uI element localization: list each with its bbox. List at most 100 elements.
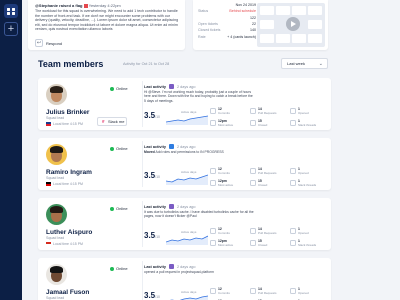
online-dot-icon <box>110 266 114 271</box>
period-select-value: Last week <box>287 61 306 66</box>
metric-icon <box>250 108 256 114</box>
activity-time: 2 days ago <box>176 264 196 269</box>
online-status: Online <box>110 206 128 211</box>
chevron-down-icon: ⌄ <box>318 61 323 67</box>
activity-sparkline <box>166 174 208 185</box>
activity-time: 2 days ago <box>176 84 196 89</box>
flag-author[interactable]: @Stephanie <box>35 3 58 8</box>
country-flag-icon <box>46 122 51 126</box>
last-activity-label: Last activity 2 days ago <box>144 204 196 209</box>
member-card[interactable]: Online Jamaal Fuson Squad lead Local tim… <box>38 258 331 300</box>
metric-label: Most active <box>218 123 234 127</box>
add-button[interactable]: + <box>4 22 18 36</box>
metric-item: 14 Pull Requests <box>250 287 288 295</box>
period-select[interactable]: Last week ⌄ <box>281 58 328 69</box>
activity-sparkline <box>169 295 208 300</box>
activity-text: opened a pull request in projectsquad-pl… <box>144 270 214 274</box>
metric-label: Slack threads <box>298 183 317 187</box>
metric-item: 1Slack threads <box>290 119 328 127</box>
respond-button[interactable]: ↩ Respond <box>35 39 62 47</box>
activity-text: It was due to turbolinks cache. I have d… <box>144 210 254 219</box>
activity-source-icon <box>168 144 174 149</box>
status-badge: Behind schedule <box>229 9 256 14</box>
metric-label: Most active <box>218 183 234 187</box>
metric-item: 15Closed <box>250 179 288 187</box>
metric-label: Most active <box>218 243 234 247</box>
metric-item: 12 Commits <box>210 287 248 295</box>
activity-source-icon <box>168 264 174 269</box>
activity-text: Hi @Steve. I'm not working much today, p… <box>144 90 253 103</box>
play-icon[interactable] <box>286 17 300 31</box>
metric-label: Pull Requests <box>258 291 277 295</box>
video-thumbnail[interactable] <box>257 3 325 47</box>
member-role: Squad lead <box>46 116 65 120</box>
member-local-time: Local time 4:15 PM <box>46 122 83 126</box>
avatar[interactable] <box>46 84 67 105</box>
slack-me-button[interactable]: Slack me <box>97 117 127 126</box>
metric-item: 12pmMost active <box>210 179 248 187</box>
member-card[interactable]: Online Julius Brinker Squad lead Local t… <box>38 78 331 130</box>
metric-icon <box>210 288 216 294</box>
metric-label: Opened <box>298 231 309 235</box>
metric-icon <box>250 228 256 234</box>
metric-label: Closed <box>258 243 268 247</box>
metric-label: Slack threads <box>298 123 317 127</box>
member-name[interactable]: Julius Brinker <box>46 109 89 116</box>
activity-source-icon <box>168 204 174 209</box>
metric-icon <box>290 108 296 114</box>
activity-score: 3.5/10 <box>144 231 160 240</box>
app-rail: + <box>0 0 22 300</box>
metric-label: Commits <box>218 291 230 295</box>
sparkline-label: Active days <box>181 110 197 114</box>
avatar[interactable] <box>46 204 67 225</box>
metric-item: 1 Opened <box>290 167 328 175</box>
metric-item: 12 Commits <box>210 227 248 235</box>
member-name[interactable]: Ramiro Ingram <box>46 169 92 176</box>
metric-icon <box>250 180 256 186</box>
metric-item: 15Closed <box>250 119 288 127</box>
member-card[interactable]: Online Luther Aispuro Squad lead Local t… <box>38 198 331 250</box>
member-name[interactable]: Luther Aispuro <box>46 229 92 236</box>
metric-icon <box>290 168 296 174</box>
activity-time: 2 days ago <box>176 204 196 209</box>
metric-label: Commits <box>218 231 230 235</box>
sparkline-label: Active days <box>181 290 197 294</box>
metric-item: 1Slack threads <box>290 179 328 187</box>
metric-item: 1Slack threads <box>290 239 328 247</box>
page-title: Team members <box>38 59 104 69</box>
metric-label: Pull Requests <box>258 171 277 175</box>
metric-icon <box>250 168 256 174</box>
activity-sparkline <box>166 235 208 245</box>
country-flag-icon <box>46 242 51 246</box>
online-status: Online <box>110 86 128 91</box>
metric-label: Pull Requests <box>258 111 277 115</box>
activity-sparkline <box>166 115 208 125</box>
member-name[interactable]: Jamaal Fuson <box>46 289 89 296</box>
avatar[interactable] <box>46 264 67 285</box>
metric-icon <box>290 228 296 234</box>
online-status: Online <box>110 146 128 151</box>
activity-score: 3.5/10 <box>144 111 160 120</box>
online-dot-icon <box>110 206 114 211</box>
member-local-time: Local time 4:15 PM <box>46 182 83 186</box>
metric-icon <box>290 288 296 294</box>
avatar[interactable] <box>46 144 67 165</box>
online-status: Online <box>110 266 128 271</box>
metric-item: 1 Opened <box>290 287 328 295</box>
online-dot-icon <box>110 86 114 91</box>
metric-icon <box>290 240 296 246</box>
last-activity-label: Last activity 2 days ago <box>144 144 196 149</box>
metric-label: Closed <box>258 183 268 187</box>
flag-icon <box>83 3 88 8</box>
metric-icon <box>250 288 256 294</box>
member-card[interactable]: Online Ramiro Ingram Squad lead Local ti… <box>38 138 331 190</box>
flag-card: @Stephanie raised a flag Yesterday 4:22p… <box>28 0 185 50</box>
detail-row: Rate + 4 (cards launch) <box>198 34 256 39</box>
project-card: Nov 24 2019 Status Behind schedule 122 Op… <box>193 0 328 50</box>
last-activity-label: Last activity 2 days ago <box>144 84 196 89</box>
app-grid-icon[interactable] <box>4 4 18 18</box>
flag-body: The workload for this squad is overwhelm… <box>35 9 179 31</box>
metric-icon <box>210 180 216 186</box>
metric-item: 1 Opened <box>290 107 328 115</box>
metric-item: 12 Commits <box>210 107 248 115</box>
